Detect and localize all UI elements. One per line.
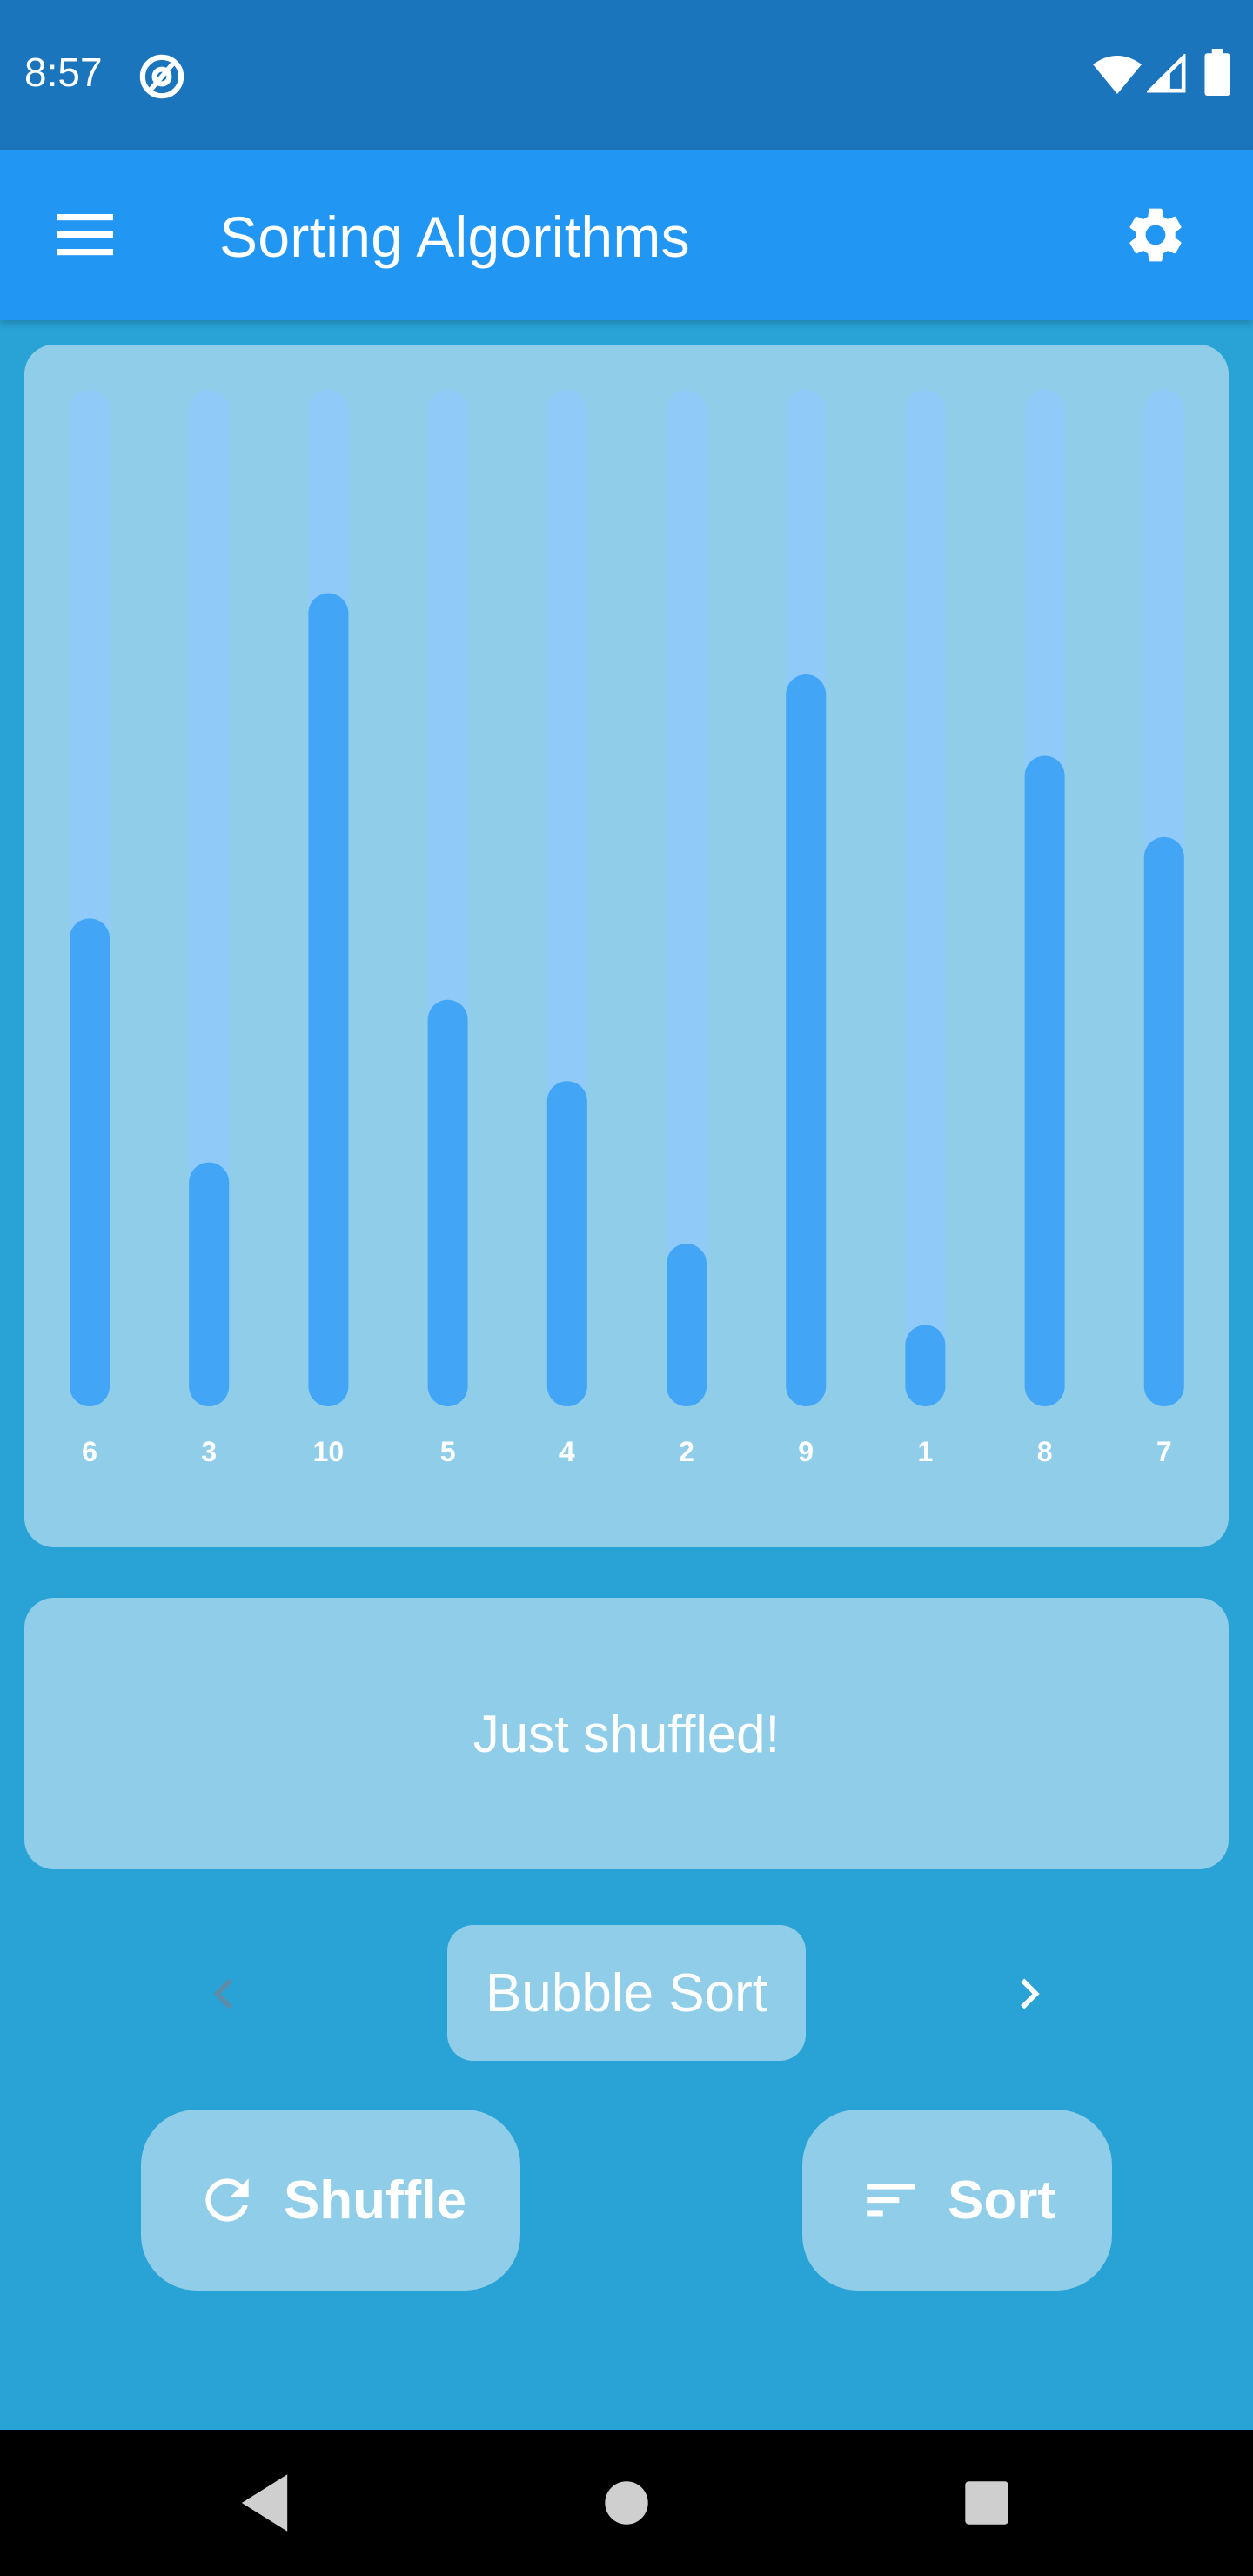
app-bar: Sorting Algorithms (0, 150, 1253, 320)
bar-chart-card: 6 3 10 5 4 2 9 1 8 7 (24, 345, 1229, 1547)
bar-3 (189, 1162, 230, 1406)
bar-5 (427, 999, 468, 1406)
back-icon[interactable] (235, 2472, 294, 2534)
sort-button[interactable]: Sort (802, 2110, 1112, 2291)
chevron-right-icon[interactable] (999, 1963, 1060, 2024)
algorithm-selector: Bubble Sort (0, 1925, 1253, 2064)
at-sign-icon (139, 54, 184, 99)
bar-track (905, 390, 946, 1406)
bar-2 (667, 1244, 707, 1406)
bar-label: 10 (313, 1436, 345, 1467)
bar-9 (786, 674, 827, 1406)
chevron-left-icon[interactable] (193, 1963, 254, 2024)
battery-icon (1204, 49, 1230, 96)
refresh-icon (205, 2178, 249, 2222)
system-nav-bar (0, 2430, 1253, 2576)
bar-label: 3 (201, 1436, 217, 1467)
wifi-icon (1093, 56, 1142, 94)
bar-chart: 6 3 10 5 4 2 9 1 8 7 (70, 390, 1184, 1467)
bar-label: 5 (440, 1436, 456, 1467)
settings-icon[interactable] (1122, 202, 1189, 268)
sort-label: Sort (948, 2170, 1055, 2231)
bar-label: 6 (82, 1436, 97, 1467)
signal-icon (1147, 54, 1186, 93)
bar-8 (1024, 755, 1065, 1406)
bar-7 (1143, 836, 1184, 1406)
bar-6 (70, 918, 110, 1406)
recents-icon[interactable] (964, 2480, 1009, 2526)
status-bar: 8:57 (0, 0, 1253, 150)
bar-4 (546, 1081, 587, 1406)
home-icon[interactable] (604, 2480, 649, 2526)
bar-1 (905, 1325, 946, 1406)
shuffle-button[interactable]: Shuffle (141, 2110, 520, 2291)
algorithm-label: Bubble Sort (486, 1962, 767, 2023)
bar-label: 9 (798, 1436, 814, 1467)
status-message: Just shuffled! (472, 1704, 781, 1763)
bar-10 (308, 593, 349, 1406)
bar-label: 8 (1037, 1436, 1053, 1467)
algorithm-chip[interactable]: Bubble Sort (447, 1925, 806, 2061)
status-message-card: Just shuffled! (24, 1598, 1229, 1869)
page-title: Sorting Algorithms (219, 205, 690, 269)
bar-label: 2 (679, 1436, 694, 1467)
bar-label: 1 (918, 1436, 934, 1467)
bar-label: 7 (1156, 1436, 1172, 1467)
menu-icon[interactable] (50, 207, 120, 263)
bar-label: 4 (559, 1436, 575, 1467)
status-time: 8:57 (24, 50, 103, 95)
sort-icon (867, 2184, 915, 2217)
shuffle-label: Shuffle (283, 2170, 467, 2231)
